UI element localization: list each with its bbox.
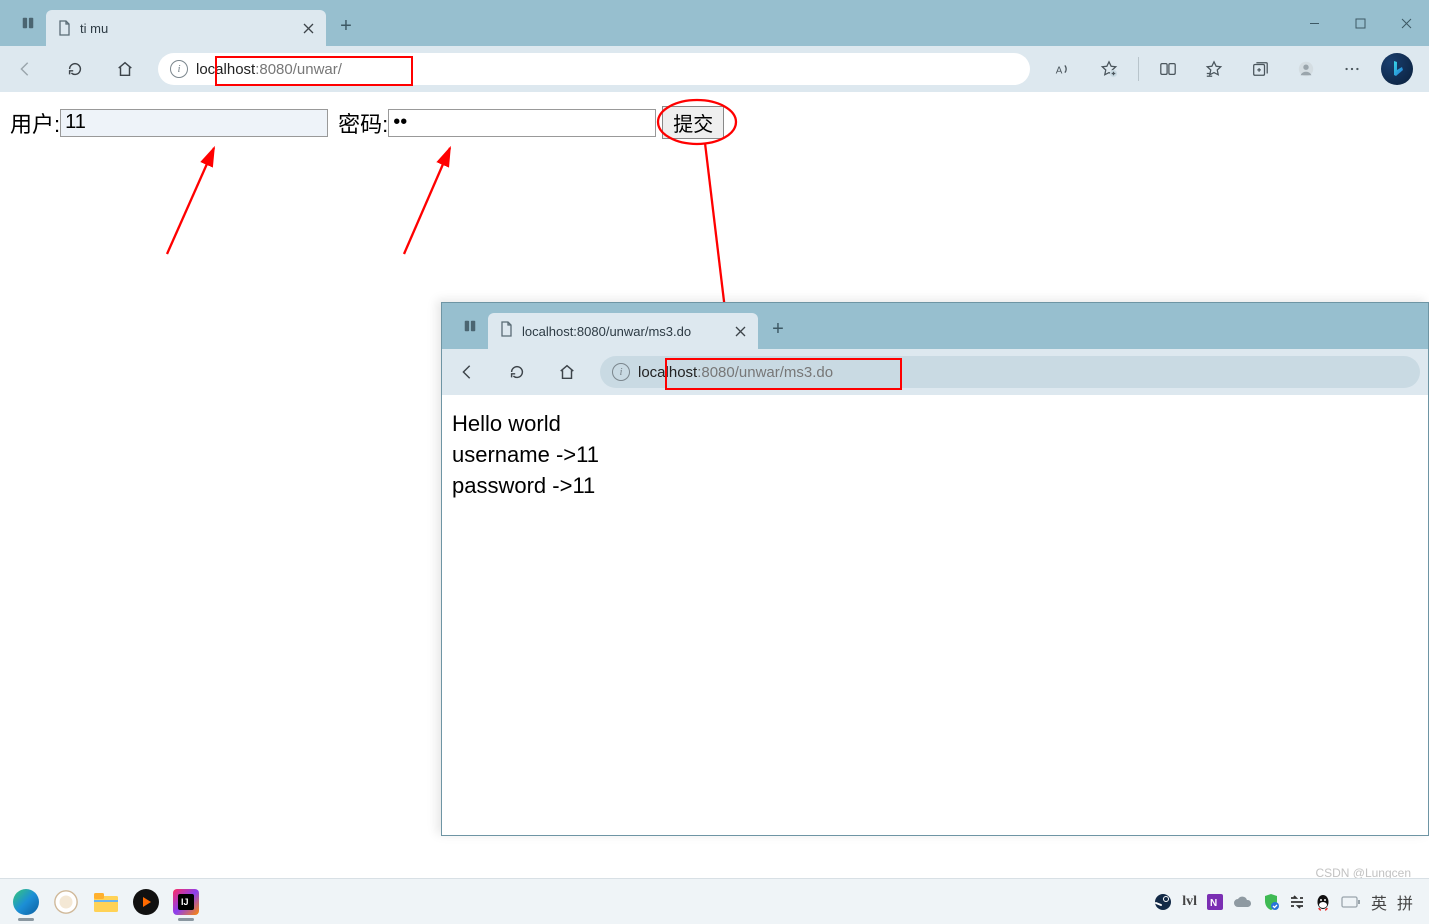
site-info-icon[interactable]: i: [170, 60, 188, 78]
active-tab[interactable]: ti mu: [46, 10, 326, 46]
taskbar-explorer-icon[interactable]: [86, 882, 126, 922]
page-content-1: 用户: 密码: 提交: [0, 92, 1429, 153]
maximize-button[interactable]: [1337, 0, 1383, 46]
output-line-2: username ->11: [452, 440, 1418, 471]
submit-button[interactable]: 提交: [662, 106, 724, 139]
document-icon: [56, 20, 72, 36]
output-line-3: password ->11: [452, 471, 1418, 502]
titlebar-2: localhost:8080/unwar/ms3.do +: [442, 303, 1428, 349]
tray-m-icon[interactable]: lvl: [1182, 894, 1197, 910]
tab-overview-button[interactable]: [10, 0, 46, 46]
back-button[interactable]: [8, 52, 42, 86]
profile-icon[interactable]: [1289, 52, 1323, 86]
taskbar-app-icon-1[interactable]: [46, 882, 86, 922]
svg-text:N: N: [1210, 898, 1217, 909]
titlebar: ti mu +: [0, 0, 1429, 46]
system-tray: lvl N 英 拼: [1154, 890, 1423, 914]
taskbar: IJ lvl N 英 拼: [0, 878, 1429, 924]
close-window-button[interactable]: [1383, 0, 1429, 46]
tray-battery-icon[interactable]: [1341, 896, 1361, 908]
active-tab-2[interactable]: localhost:8080/unwar/ms3.do: [488, 313, 758, 349]
tab-title-2: localhost:8080/unwar/ms3.do: [522, 324, 732, 339]
home-button-2[interactable]: [550, 355, 584, 389]
password-label: 密码:: [338, 107, 388, 139]
taskbar-edge-icon[interactable]: [6, 882, 46, 922]
browser-window-2: localhost:8080/unwar/ms3.do + i localhos…: [441, 302, 1429, 836]
tab-title: ti mu: [80, 21, 300, 36]
read-aloud-icon[interactable]: A: [1046, 52, 1080, 86]
refresh-button[interactable]: [58, 52, 92, 86]
url-text: localhost:8080/unwar/: [196, 61, 342, 78]
refresh-button-2[interactable]: [500, 355, 534, 389]
tray-ime-lang[interactable]: 英: [1371, 890, 1387, 914]
page-content-2: Hello world username ->11 password ->11: [442, 395, 1428, 515]
toolbar: i localhost:8080/unwar/ A: [0, 46, 1429, 92]
home-button[interactable]: [108, 52, 142, 86]
user-input[interactable]: [60, 109, 328, 137]
collections-icon[interactable]: [1243, 52, 1277, 86]
url-text-2: localhost:8080/unwar/ms3.do: [638, 364, 833, 381]
toolbar-2: i localhost:8080/unwar/ms3.do: [442, 349, 1428, 395]
tray-onenote-icon[interactable]: N: [1207, 894, 1223, 910]
new-tab-button[interactable]: +: [330, 10, 362, 42]
tray-sync-icon[interactable]: [1289, 894, 1305, 910]
tray-onedrive-icon[interactable]: [1233, 895, 1253, 909]
back-button-2[interactable]: [450, 355, 484, 389]
tray-qq-icon[interactable]: [1315, 893, 1331, 911]
more-icon[interactable]: [1335, 52, 1369, 86]
address-bar-2[interactable]: i localhost:8080/unwar/ms3.do: [600, 356, 1420, 388]
tray-ime-mode[interactable]: 拼: [1397, 890, 1413, 914]
minimize-button[interactable]: [1291, 0, 1337, 46]
svg-text:IJ: IJ: [181, 897, 189, 907]
favorite-icon[interactable]: [1092, 52, 1126, 86]
site-info-icon-2[interactable]: i: [612, 363, 630, 381]
favorites-bar-icon[interactable]: [1197, 52, 1231, 86]
output-line-1: Hello world: [452, 409, 1418, 440]
split-screen-icon[interactable]: [1151, 52, 1185, 86]
tray-security-icon[interactable]: [1263, 893, 1279, 911]
new-tab-button-2[interactable]: +: [762, 313, 794, 345]
user-label: 用户:: [10, 107, 60, 139]
address-bar[interactable]: i localhost:8080/unwar/: [158, 53, 1030, 85]
bing-chat-icon[interactable]: [1381, 53, 1413, 85]
tray-steam-icon[interactable]: [1154, 893, 1172, 911]
taskbar-media-icon[interactable]: [126, 882, 166, 922]
close-tab-button[interactable]: [300, 20, 316, 36]
document-icon: [498, 321, 514, 342]
taskbar-intellij-icon[interactable]: IJ: [166, 882, 206, 922]
close-tab-button-2[interactable]: [732, 326, 748, 337]
tab-overview-button-2[interactable]: [452, 303, 488, 349]
password-input[interactable]: [388, 109, 656, 137]
svg-text:A: A: [1056, 66, 1063, 77]
